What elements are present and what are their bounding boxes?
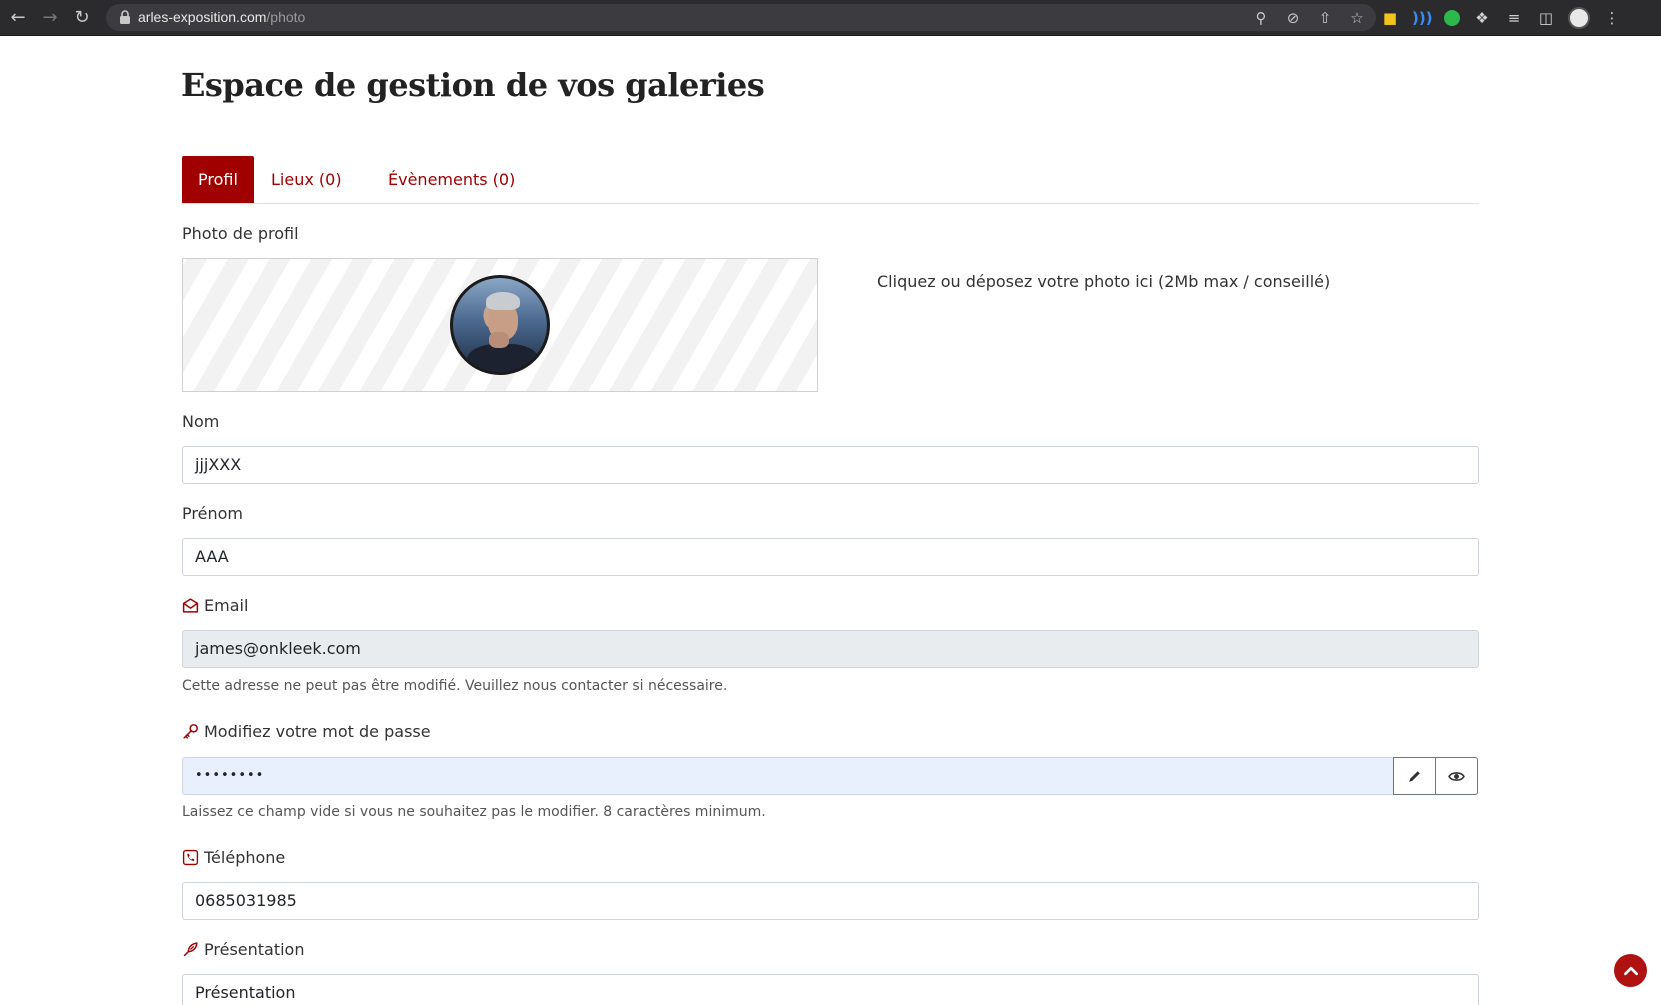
side-panel-icon[interactable]: ◫ bbox=[1536, 8, 1556, 28]
email-label: Email bbox=[182, 596, 248, 615]
star-icon[interactable]: ☆ bbox=[1348, 9, 1366, 27]
tab-profil[interactable]: Profil bbox=[182, 156, 254, 203]
tab-lieux[interactable]: Lieux (0) bbox=[255, 156, 358, 203]
key-icon[interactable]: ⚲ bbox=[1252, 9, 1270, 27]
scroll-top-button[interactable] bbox=[1614, 954, 1647, 987]
password-help: Laissez ce champ vide si vous ne souhait… bbox=[182, 804, 766, 820]
reading-list-icon[interactable]: ≡ bbox=[1504, 8, 1524, 28]
eye-off-icon[interactable]: ⊘ bbox=[1284, 9, 1302, 27]
green-extension-icon[interactable] bbox=[1444, 10, 1460, 26]
presentation-input[interactable]: Présentation bbox=[182, 974, 1479, 1005]
prenom-input[interactable]: AAA bbox=[182, 538, 1479, 576]
url-path: /photo bbox=[266, 9, 306, 25]
photo-label-text: Photo de profil bbox=[182, 224, 299, 243]
presentation-label: Présentation bbox=[182, 940, 304, 959]
telephone-input[interactable]: 0685031985 bbox=[182, 882, 1479, 920]
profile-avatar-icon[interactable] bbox=[1568, 7, 1590, 29]
tab-bar: Profil Lieux (0) Évènements (0) bbox=[182, 156, 1479, 204]
email-input: james@onkleek.com bbox=[182, 630, 1479, 668]
padlock-extension-icon[interactable]: ■ bbox=[1380, 8, 1400, 28]
password-label-text: Modifiez votre mot de passe bbox=[204, 722, 431, 741]
share-icon[interactable]: ⇧ bbox=[1316, 9, 1334, 27]
url-text: arles-exposition.com/photo bbox=[138, 4, 305, 31]
prenom-label-text: Prénom bbox=[182, 504, 243, 523]
reload-icon[interactable]: ↻ bbox=[70, 6, 94, 30]
email-help: Cette adresse ne peut pas être modifié. … bbox=[182, 678, 728, 694]
presentation-label-text: Présentation bbox=[204, 940, 305, 959]
wave-extension-icon[interactable]: ))) bbox=[1412, 8, 1433, 28]
dropzone-hint: Cliquez ou déposez votre photo ici (2Mb … bbox=[877, 272, 1331, 291]
envelope-open-icon bbox=[182, 598, 199, 613]
eye-icon bbox=[1448, 771, 1465, 781]
lock-icon bbox=[120, 10, 130, 24]
feather-pen-icon bbox=[183, 942, 198, 957]
puzzle-icon[interactable]: ❖ bbox=[1472, 8, 1492, 28]
password-input[interactable]: •••••••• bbox=[182, 757, 1394, 795]
key-icon bbox=[183, 724, 198, 739]
password-edit-button[interactable] bbox=[1393, 757, 1436, 795]
password-toggle-button[interactable] bbox=[1435, 757, 1478, 795]
telephone-label-text: Téléphone bbox=[204, 848, 286, 867]
browser-toolbar: ← → ↻ arles-exposition.com/photo ⚲ ⊘ ⇧ ☆… bbox=[0, 0, 1661, 36]
address-bar[interactable]: arles-exposition.com/photo ⚲ ⊘ ⇧ ☆ bbox=[106, 4, 1376, 31]
back-arrow-icon[interactable]: ← bbox=[6, 6, 30, 30]
url-host: arles-exposition.com bbox=[138, 9, 267, 25]
forward-arrow-icon[interactable]: → bbox=[38, 6, 62, 30]
nom-input[interactable]: jjjXXX bbox=[182, 446, 1479, 484]
phone-icon bbox=[182, 849, 199, 866]
tab-evenements[interactable]: Évènements (0) bbox=[372, 156, 531, 203]
pencil-icon bbox=[1409, 770, 1420, 782]
nom-label-text: Nom bbox=[182, 412, 220, 431]
telephone-label: Téléphone bbox=[182, 848, 285, 867]
password-label: Modifiez votre mot de passe bbox=[182, 722, 431, 741]
photo-label: Photo de profil bbox=[182, 224, 299, 243]
photo-dropzone[interactable] bbox=[182, 258, 818, 392]
menu-dots-icon[interactable]: ⋮ bbox=[1602, 8, 1622, 28]
page-title: Espace de gestion de vos galeries bbox=[181, 66, 765, 104]
prenom-label: Prénom bbox=[182, 504, 243, 523]
avatar bbox=[450, 275, 550, 375]
nom-label: Nom bbox=[182, 412, 219, 431]
chevron-up-icon bbox=[1623, 966, 1638, 975]
email-label-text: Email bbox=[204, 596, 249, 615]
